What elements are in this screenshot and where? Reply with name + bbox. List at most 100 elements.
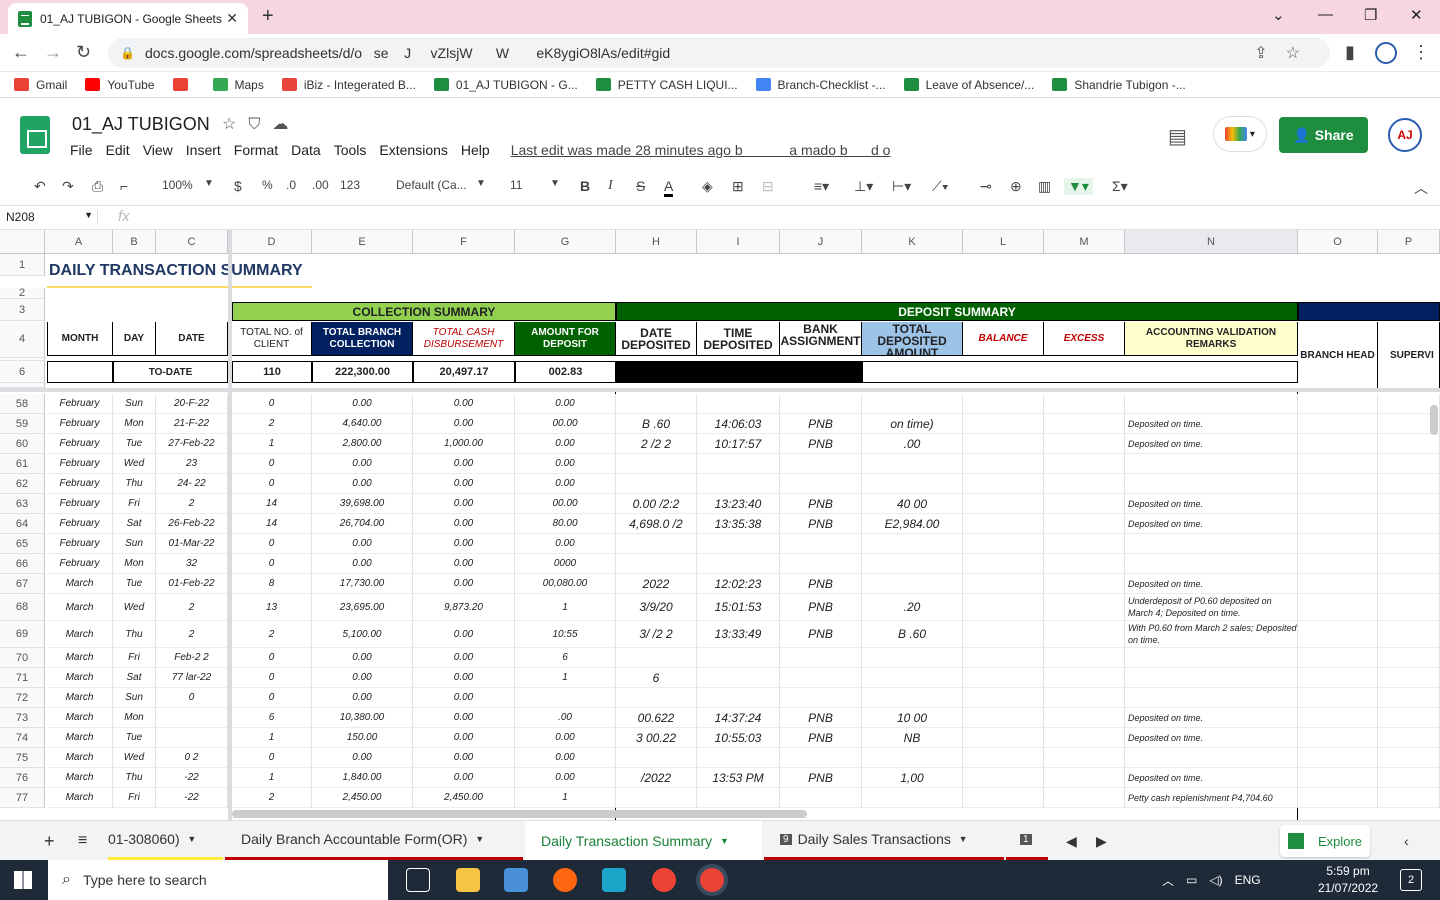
cell-disb[interactable]: 0.00 <box>413 728 515 748</box>
cell-ddate[interactable]: 3 00.22 <box>616 728 697 748</box>
new-tab-button[interactable]: + <box>262 5 274 28</box>
cell-bank[interactable]: PNB <box>780 708 862 728</box>
cell-ddate[interactable]: B .60 <box>616 414 697 434</box>
cell-dep[interactable]: .00 <box>515 708 616 728</box>
cell-clients[interactable]: 0 <box>232 534 312 554</box>
cell-clients[interactable]: 0 <box>232 394 312 414</box>
cell-day[interactable]: Sun <box>113 688 156 708</box>
cell-remarks[interactable]: With P0.60 from March 2 sales; Deposited… <box>1125 621 1298 648</box>
cell-date[interactable]: 32 <box>156 554 228 574</box>
cell-empty[interactable] <box>1298 474 1378 494</box>
cell-empty[interactable] <box>1378 668 1440 688</box>
cell-coll[interactable]: 23,695.00 <box>312 594 413 621</box>
zoom-select[interactable]: 100% <box>162 178 193 192</box>
name-box[interactable]: N208 ▼ <box>6 210 98 224</box>
cell-dep[interactable]: 80.00 <box>515 514 616 534</box>
close-window-button[interactable]: ✕ <box>1410 6 1423 24</box>
address-bar[interactable]: 🔒 docs.google.com/spreadsheets/d/o se J … <box>108 38 1330 68</box>
cell-tdep[interactable]: B .60 <box>862 621 963 648</box>
sheet-tab[interactable]: Daily Branch Accountable Form(OR) ▼ <box>225 821 523 861</box>
header-total-collection[interactable]: TOTAL BRANCH COLLECTION <box>312 322 413 356</box>
column-header[interactable]: M <box>1044 230 1125 254</box>
cell-dep[interactable]: 0.00 <box>515 434 616 454</box>
text-color-button[interactable]: A <box>664 178 674 197</box>
cell-empty[interactable] <box>1378 434 1440 454</box>
cell-bank[interactable] <box>780 474 862 494</box>
cell-clients[interactable]: 1 <box>232 728 312 748</box>
header-total-clients[interactable]: TOTAL NO. of CLIENT <box>232 322 312 356</box>
cell-remarks[interactable] <box>1125 454 1298 474</box>
cell-date[interactable] <box>156 708 228 728</box>
strikethrough-button[interactable]: S <box>636 178 645 194</box>
header-branch-head[interactable]: BRANCH HEAD <box>1298 322 1378 390</box>
bookmark-item[interactable]: Leave of Absence/... <box>903 78 1034 92</box>
cell-empty[interactable] <box>1044 668 1125 688</box>
cell-dep[interactable]: 0.00 <box>515 394 616 414</box>
header-amount-deposit[interactable]: AMOUNT FOR DEPOSIT <box>515 322 616 356</box>
cell-coll[interactable]: 0.00 <box>312 648 413 668</box>
menu-view[interactable]: View <box>143 142 173 158</box>
cell-empty[interactable] <box>963 688 1044 708</box>
row-header[interactable]: 67 <box>0 574 45 594</box>
cell-time[interactable]: 14:37:24 <box>697 708 780 728</box>
notifications-icon[interactable]: 2 <box>1400 869 1422 891</box>
menu-data[interactable]: Data <box>291 142 321 158</box>
cell-coll[interactable]: 0.00 <box>312 394 413 414</box>
menu-extensions[interactable]: Extensions <box>379 142 447 158</box>
supervisory-header-band[interactable] <box>1298 302 1440 321</box>
cell-coll[interactable]: 150.00 <box>312 728 413 748</box>
cell-empty[interactable] <box>1044 728 1125 748</box>
cell-date[interactable]: 27-Feb-22 <box>156 434 228 454</box>
cell-day[interactable]: Sat <box>113 668 156 688</box>
cell-empty[interactable] <box>1378 768 1440 788</box>
cell-dep[interactable]: 00,080.00 <box>515 574 616 594</box>
cell-empty[interactable] <box>1044 414 1125 434</box>
app-icon[interactable] <box>602 868 626 892</box>
header-balance[interactable]: BALANCE <box>963 322 1044 356</box>
cell-month[interactable]: February <box>47 454 113 474</box>
volume-icon[interactable]: ◁) <box>1209 873 1222 887</box>
cell-empty[interactable] <box>1044 621 1125 648</box>
column-header[interactable]: I <box>697 230 780 254</box>
cell-coll[interactable]: 2,800.00 <box>312 434 413 454</box>
cell-dep[interactable]: 00.00 <box>515 494 616 514</box>
cell-disb[interactable]: 0.00 <box>413 554 515 574</box>
row-header[interactable]: 66 <box>0 554 45 574</box>
cell-empty[interactable] <box>1298 574 1378 594</box>
header-day[interactable]: DAY <box>113 322 156 356</box>
cell-ddate[interactable] <box>616 454 697 474</box>
cell-time[interactable]: 12:02:23 <box>697 574 780 594</box>
header-date[interactable]: DATE <box>156 322 228 356</box>
spreadsheet-grid[interactable]: ABCDEFGHIJKLMNOP 1 2 3 4 6 58 59 60 61 62 63 64 65 66… <box>0 230 1440 820</box>
more-formats-button[interactable]: 123 <box>340 178 360 192</box>
cell-remarks[interactable] <box>1125 394 1298 414</box>
deposit-summary-header[interactable]: DEPOSIT SUMMARY <box>616 302 1298 321</box>
cell-month[interactable]: February <box>47 494 113 514</box>
cell-empty[interactable] <box>1044 574 1125 594</box>
cell-tdep[interactable] <box>862 574 963 594</box>
reload-icon[interactable]: ↻ <box>76 42 91 63</box>
sheet-tab-active[interactable]: Daily Transaction Summary ▼ <box>525 821 762 861</box>
cell-remarks[interactable] <box>1125 668 1298 688</box>
cell-tdep[interactable]: E2,984.00 <box>862 514 963 534</box>
windows-start-icon[interactable] <box>14 871 32 889</box>
row-header[interactable]: 68 <box>0 594 45 621</box>
cell-empty[interactable] <box>1298 748 1378 768</box>
minimize-button[interactable]: — <box>1318 6 1333 23</box>
cell-empty[interactable] <box>1378 574 1440 594</box>
cell-remarks[interactable] <box>1125 688 1298 708</box>
cell-empty[interactable] <box>1298 648 1378 668</box>
cell-date[interactable]: 01-Mar-22 <box>156 534 228 554</box>
profile-avatar-icon[interactable] <box>1375 42 1397 64</box>
align-horizontal-icon[interactable]: ≡▾ <box>814 178 829 195</box>
cell-tdep[interactable]: 40 00 <box>862 494 963 514</box>
cell-month[interactable]: February <box>47 474 113 494</box>
cell-empty[interactable] <box>1378 621 1440 648</box>
cell-coll[interactable]: 0.00 <box>312 688 413 708</box>
cell-disb[interactable]: 1,000.00 <box>413 434 515 454</box>
row-header[interactable]: 62 <box>0 474 45 494</box>
cell-empty[interactable] <box>1044 454 1125 474</box>
bold-button[interactable]: B <box>580 178 590 194</box>
todate-month[interactable] <box>47 361 113 383</box>
cell-clients[interactable]: 8 <box>232 574 312 594</box>
